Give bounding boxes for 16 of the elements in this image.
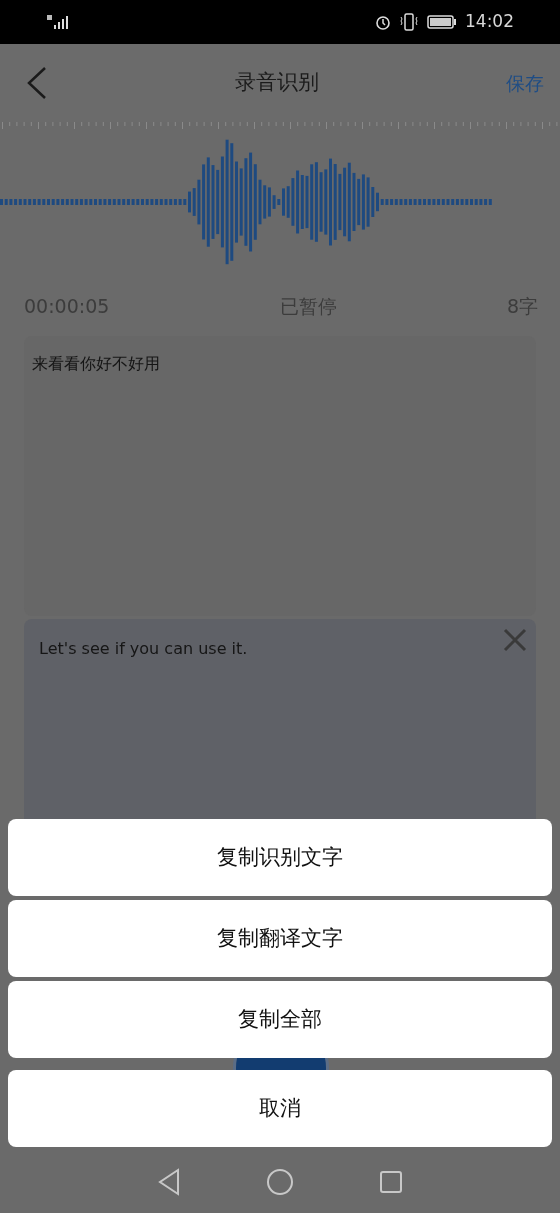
sheet-option[interactable]: 复制识别文字 bbox=[8, 819, 552, 896]
sheet-option[interactable]: 复制翻译文字 bbox=[8, 900, 552, 977]
alarm-icon bbox=[375, 14, 391, 30]
close-button[interactable] bbox=[502, 627, 528, 653]
battery-icon bbox=[427, 15, 457, 29]
clock-time: 14:02 bbox=[465, 10, 514, 34]
recognized-text: 来看看你好不好用 bbox=[32, 354, 160, 373]
page-title: 录音识别 bbox=[235, 69, 319, 97]
cancel-button[interactable]: 取消 bbox=[8, 1070, 552, 1147]
recents-nav-icon[interactable] bbox=[379, 1170, 403, 1194]
translation-text: Let's see if you can use it. bbox=[39, 639, 248, 658]
back-nav-icon[interactable] bbox=[157, 1168, 181, 1196]
vibrate-icon bbox=[399, 13, 419, 31]
sheet-option[interactable]: 复制全部 bbox=[8, 981, 552, 1058]
back-button[interactable] bbox=[26, 66, 48, 100]
home-nav-icon[interactable] bbox=[266, 1168, 294, 1196]
